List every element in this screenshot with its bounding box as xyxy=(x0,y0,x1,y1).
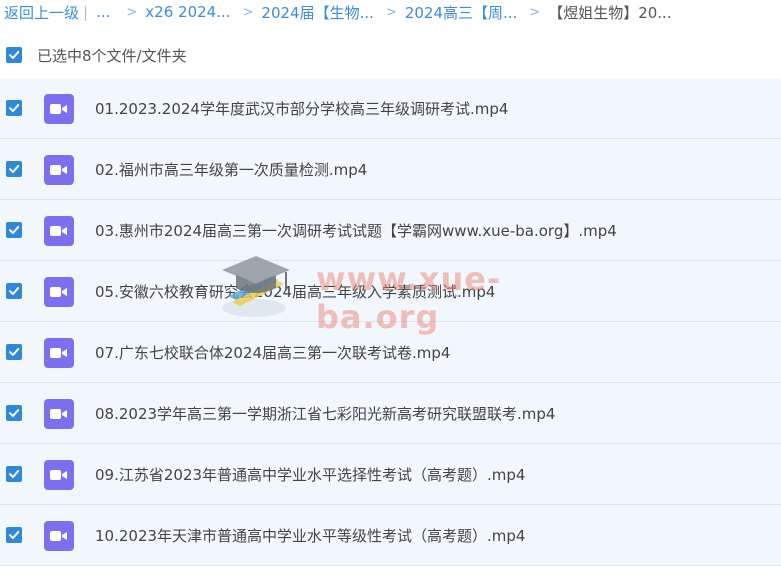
checkmark-icon xyxy=(9,470,20,478)
video-file-icon xyxy=(44,521,74,551)
checkmark-icon xyxy=(9,531,20,539)
video-camera-icon xyxy=(50,226,67,236)
video-file-icon xyxy=(44,216,74,246)
back-link[interactable]: 返回上一级 xyxy=(4,2,79,23)
file-row[interactable]: 01.2023.2024学年度武汉市部分学校高三年级调研考试.mp4 xyxy=(0,78,781,139)
video-file-icon xyxy=(44,338,74,368)
select-all-bar: 已选中8个文件/文件夹 xyxy=(6,44,187,66)
checkmark-icon xyxy=(9,51,20,59)
video-file-icon xyxy=(44,277,74,307)
file-row[interactable]: 09.江苏省2023年普通高中学业水平选择性考试（高考题）.mp4 xyxy=(0,444,781,505)
checkmark-icon xyxy=(9,104,20,112)
file-checkbox[interactable] xyxy=(6,100,22,116)
video-camera-icon xyxy=(50,104,67,114)
breadcrumb-arrow-icon: > xyxy=(385,4,397,20)
video-file-icon xyxy=(44,399,74,429)
checkmark-icon xyxy=(9,348,20,356)
breadcrumb-current: 【煜姐生物】20... xyxy=(548,3,672,22)
video-camera-icon xyxy=(50,470,67,480)
file-name[interactable]: 03.惠州市2024届高三第一次调研考试试题【学霸网www.xue-ba.org… xyxy=(95,220,617,241)
checkmark-icon xyxy=(9,226,20,234)
file-list: 01.2023.2024学年度武汉市部分学校高三年级调研考试.mp4 02.福州… xyxy=(0,78,781,566)
file-checkbox[interactable] xyxy=(6,161,22,177)
video-file-icon xyxy=(44,94,74,124)
file-name[interactable]: 10.2023年天津市普通高中学业水平等级性考试（高考题）.mp4 xyxy=(95,525,525,546)
breadcrumb-arrow-icon: > xyxy=(242,4,254,20)
file-checkbox[interactable] xyxy=(6,283,22,299)
file-checkbox[interactable] xyxy=(6,527,22,543)
file-row[interactable]: 10.2023年天津市普通高中学业水平等级性考试（高考题）.mp4 xyxy=(0,505,781,566)
video-camera-icon xyxy=(50,287,67,297)
video-camera-icon xyxy=(50,348,67,358)
breadcrumb-ellipsis[interactable]: ... xyxy=(96,3,110,21)
file-name[interactable]: 09.江苏省2023年普通高中学业水平选择性考试（高考题）.mp4 xyxy=(95,464,525,485)
file-name[interactable]: 05.安徽六校教育研究会2024届高三年级入学素质测试.mp4 xyxy=(95,281,495,302)
file-checkbox[interactable] xyxy=(6,405,22,421)
file-checkbox[interactable] xyxy=(6,344,22,360)
file-name[interactable]: 02.福州市高三年级第一次质量检测.mp4 xyxy=(95,159,367,180)
file-row[interactable]: 03.惠州市2024届高三第一次调研考试试题【学霸网www.xue-ba.org… xyxy=(0,200,781,261)
select-all-checkbox[interactable] xyxy=(6,47,22,63)
video-camera-icon xyxy=(50,409,67,419)
file-row[interactable]: 07.广东七校联合体2024届高三第一次联考试卷.mp4 xyxy=(0,322,781,383)
file-checkbox[interactable] xyxy=(6,222,22,238)
breadcrumb-item[interactable]: x26 2024... xyxy=(145,3,230,21)
breadcrumb-item[interactable]: 2024届【生物... xyxy=(261,2,373,23)
file-row[interactable]: 08.2023学年高三第一学期浙江省七彩阳光新高考研究联盟联考.mp4 xyxy=(0,383,781,444)
breadcrumb-separator: | xyxy=(83,3,89,21)
selection-count-label: 已选中8个文件/文件夹 xyxy=(37,46,187,65)
breadcrumb-item[interactable]: 2024高三【周... xyxy=(405,2,517,23)
file-name[interactable]: 01.2023.2024学年度武汉市部分学校高三年级调研考试.mp4 xyxy=(95,98,508,119)
video-file-icon xyxy=(44,460,74,490)
video-camera-icon xyxy=(50,531,67,541)
checkmark-icon xyxy=(9,409,20,417)
video-file-icon xyxy=(44,155,74,185)
checkmark-icon xyxy=(9,287,20,295)
breadcrumb-arrow-icon: > xyxy=(126,4,138,20)
breadcrumb-arrow-icon: > xyxy=(529,4,541,20)
file-name[interactable]: 08.2023学年高三第一学期浙江省七彩阳光新高考研究联盟联考.mp4 xyxy=(95,403,555,424)
file-checkbox[interactable] xyxy=(6,466,22,482)
breadcrumb: 返回上一级 | ... > x26 2024... > 2024届【生物... … xyxy=(4,0,781,24)
checkmark-icon xyxy=(9,165,20,173)
file-row[interactable]: 02.福州市高三年级第一次质量检测.mp4 xyxy=(0,139,781,200)
file-row[interactable]: 05.安徽六校教育研究会2024届高三年级入学素质测试.mp4 xyxy=(0,261,781,322)
video-camera-icon xyxy=(50,165,67,175)
file-name[interactable]: 07.广东七校联合体2024届高三第一次联考试卷.mp4 xyxy=(95,342,450,363)
